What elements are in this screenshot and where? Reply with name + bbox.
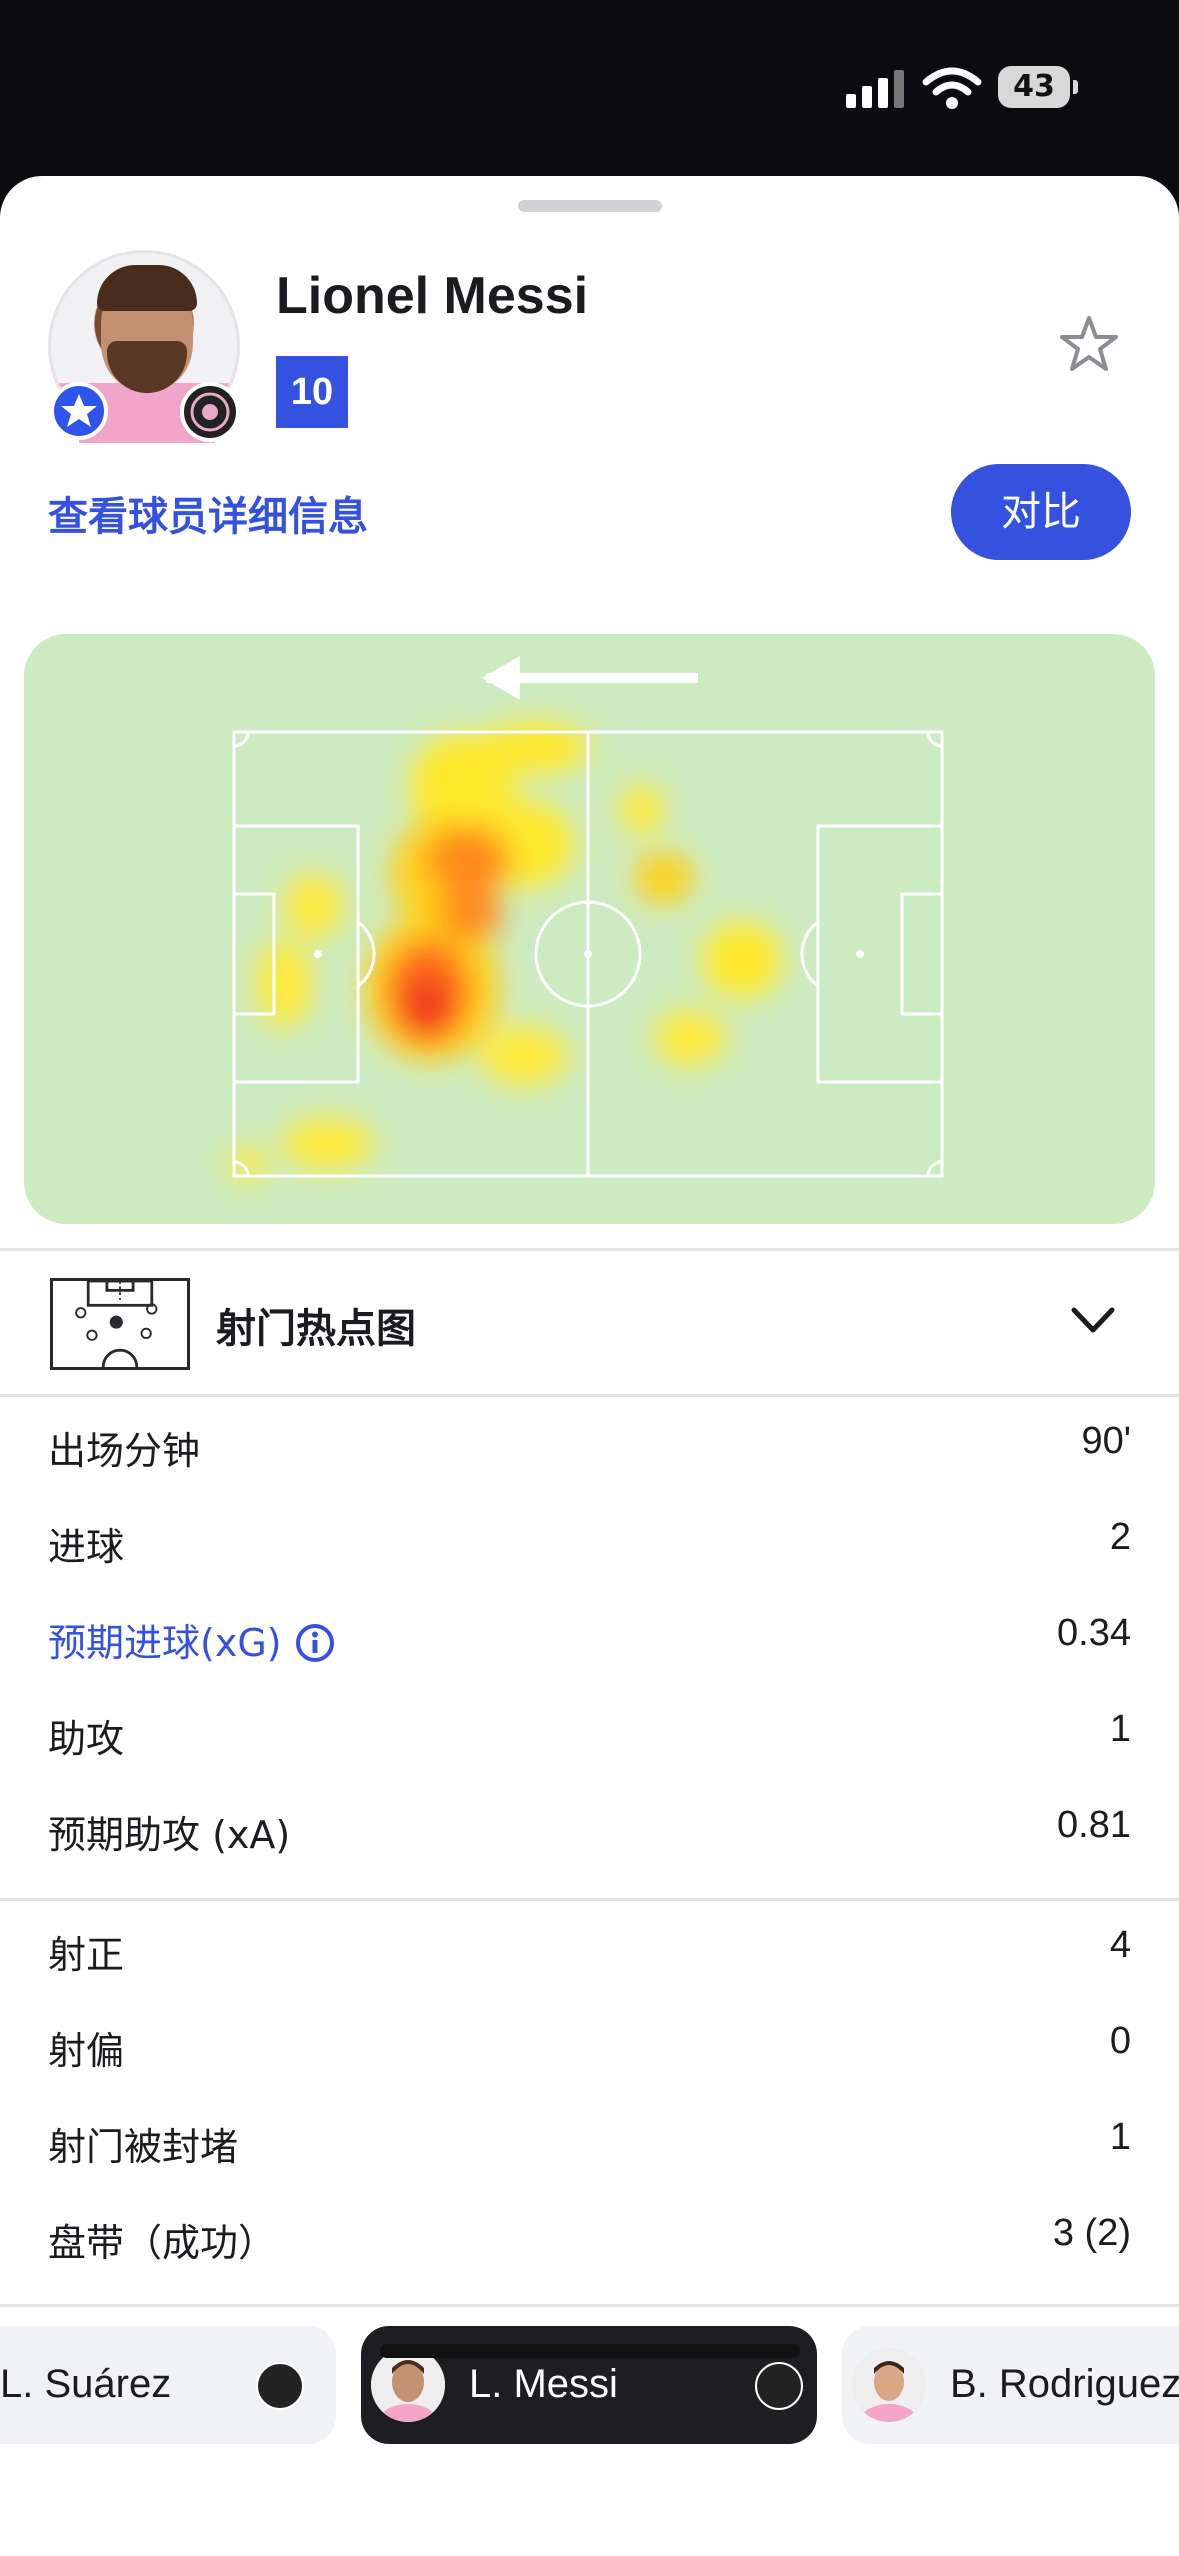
stat-row-shots-off-target: 射偏 0 xyxy=(0,1998,1179,2094)
stat-label: 进球 xyxy=(48,1525,125,1569)
player-sheet: Lionel Messi 10 查看球员详细信息 对比 射门热点图 出场分钟 9… xyxy=(0,176,1179,2556)
stat-label-xg[interactable]: 预期进球(xG) xyxy=(48,1612,336,1667)
player-chip-avatar xyxy=(852,2348,926,2422)
stat-label: 助攻 xyxy=(48,1717,125,1761)
stat-label: 射门被封堵 xyxy=(48,2125,239,2169)
stat-label: 射偏 xyxy=(48,2029,125,2073)
stat-row-dribbles: 盘带（成功） 3 (2) xyxy=(0,2190,1179,2286)
star-player-badge-icon xyxy=(50,382,108,440)
stat-value: 1 xyxy=(1109,2116,1131,2158)
shot-map-label: 射门热点图 xyxy=(216,1306,416,1352)
stat-row-assists: 助攻 1 xyxy=(0,1686,1179,1782)
stat-value: 0.34 xyxy=(1057,1612,1131,1654)
player-chip-name: L. Suárez xyxy=(0,2362,172,2406)
stat-row-goals: 进球 2 xyxy=(0,1494,1179,1590)
stat-label: 射正 xyxy=(48,1933,125,1977)
stat-label: 盘带（成功） xyxy=(48,2221,277,2265)
compare-button[interactable]: 对比 xyxy=(951,464,1131,560)
battery-icon: 43 xyxy=(998,66,1078,108)
stat-label-text: 预期进球(xG) xyxy=(48,1621,282,1665)
shot-map-toggle[interactable]: 射门热点图 xyxy=(0,1250,1179,1394)
stat-label: 出场分钟 xyxy=(48,1429,201,1473)
stat-value: 4 xyxy=(1109,1924,1131,1966)
player-carousel: L. Suárez L. Messi B. Rodriguez xyxy=(0,2306,1179,2450)
battery-level: 43 xyxy=(998,66,1070,108)
stat-value: 2 xyxy=(1109,1516,1131,1558)
club-crest-icon xyxy=(256,2362,304,2410)
stat-value: 0.81 xyxy=(1057,1804,1131,1846)
stat-value: 0 xyxy=(1109,2020,1131,2062)
player-chip-avatar xyxy=(371,2348,445,2422)
stat-row-minutes: 出场分钟 90' xyxy=(0,1398,1179,1494)
chevron-down-icon[interactable] xyxy=(1068,1300,1118,1340)
stat-row-shots-on-target: 射正 4 xyxy=(0,1902,1179,1998)
attack-direction-arrow-icon xyxy=(482,656,698,700)
favorite-star-icon[interactable] xyxy=(1056,312,1122,378)
stat-label: 预期助攻 (xA) xyxy=(48,1813,291,1857)
sheet-grabber[interactable] xyxy=(518,200,662,212)
club-crest-icon xyxy=(180,382,240,442)
stat-value: 1 xyxy=(1109,1708,1131,1750)
player-chip-name: L. Messi xyxy=(469,2362,618,2406)
home-indicator[interactable] xyxy=(380,2344,800,2358)
player-chip-rodriguez[interactable]: B. Rodriguez xyxy=(842,2326,1179,2444)
heat-zones xyxy=(230,722,782,1182)
player-name: Lionel Messi xyxy=(276,267,589,325)
stat-row-xg[interactable]: 预期进球(xG) 0.34 xyxy=(0,1590,1179,1686)
stat-value: 90' xyxy=(1081,1420,1131,1462)
club-crest-icon xyxy=(755,2362,803,2410)
player-chip-suarez[interactable]: L. Suárez xyxy=(0,2326,336,2444)
status-bar: 43 xyxy=(0,0,1179,176)
heatmap-pitch xyxy=(230,656,944,1182)
divider xyxy=(0,1394,1179,1397)
player-chip-name: B. Rodriguez xyxy=(950,2362,1179,2406)
cellular-signal-icon xyxy=(846,70,904,108)
stat-value: 3 (2) xyxy=(1052,2212,1131,2254)
heatmap xyxy=(24,634,1155,1224)
divider xyxy=(0,1898,1179,1901)
info-icon[interactable] xyxy=(294,1622,336,1664)
shirt-number-badge: 10 xyxy=(276,356,348,428)
stat-row-xa: 预期助攻 (xA) 0.81 xyxy=(0,1782,1179,1878)
stat-row-shots-blocked: 射门被封堵 1 xyxy=(0,2094,1179,2190)
player-details-link[interactable]: 查看球员详细信息 xyxy=(48,484,368,542)
wifi-icon xyxy=(922,67,982,109)
shot-map-thumbnail-icon xyxy=(50,1278,190,1370)
